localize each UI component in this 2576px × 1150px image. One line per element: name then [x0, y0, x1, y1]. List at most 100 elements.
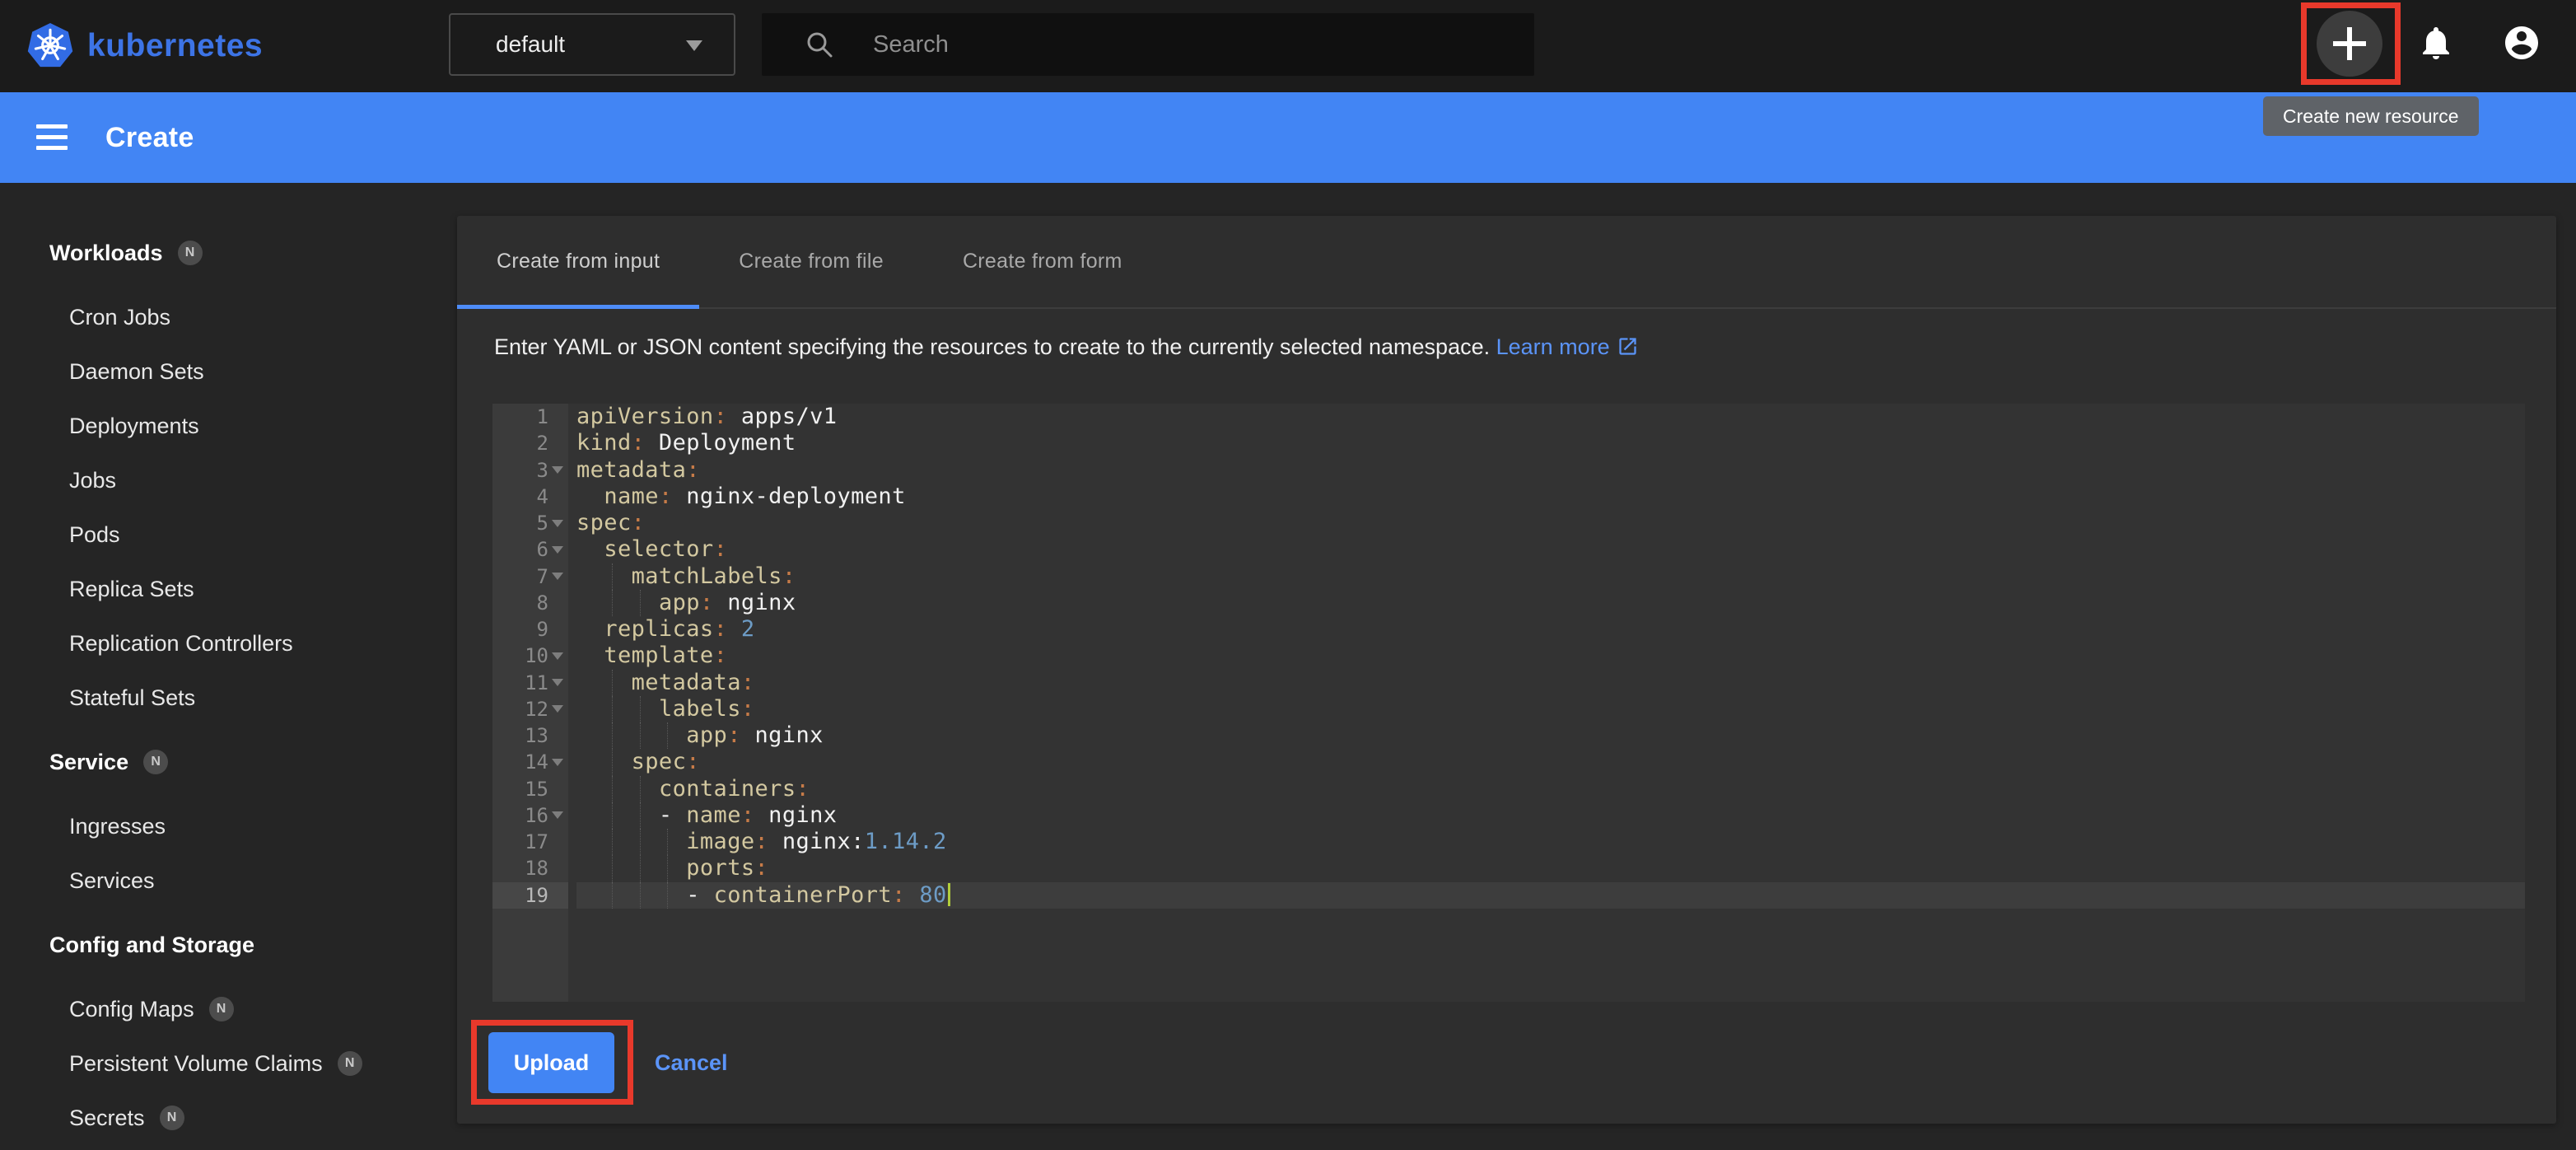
page-header: Create [0, 92, 2576, 183]
gutter-line-18: 18 [492, 855, 568, 881]
chevron-down-icon [686, 40, 702, 51]
fold-slot-empty [548, 616, 567, 643]
editor-code-area[interactable]: apiVersion: apps/v1kind: Deploymentmetad… [568, 404, 2525, 1002]
indent-guide [612, 722, 613, 749]
sidebar-item-services[interactable]: Services [0, 853, 457, 908]
gutter-line-15: 15 [492, 776, 568, 802]
token-op: : [741, 670, 755, 695]
sidebar-item-daemon-sets[interactable]: Daemon Sets [0, 344, 457, 399]
fold-arrow-icon[interactable] [548, 670, 567, 696]
sidebar-item-label: Pods [69, 522, 120, 548]
top-bar: kubernetes default [0, 0, 2576, 92]
sidebar-item-label: Config Maps [69, 997, 194, 1022]
account-circle-icon[interactable] [2502, 23, 2541, 63]
sidebar-item-secrets[interactable]: SecretsN [0, 1091, 457, 1145]
fold-arrow-icon[interactable] [548, 457, 567, 484]
indent-guide [640, 776, 641, 802]
sidebar-item-ingresses[interactable]: Ingresses [0, 799, 457, 853]
code-line-12: labels: [576, 696, 2525, 722]
menu-hamburger-icon[interactable] [36, 124, 68, 150]
fold-arrow-icon[interactable] [548, 536, 567, 563]
token-op: : [714, 404, 728, 429]
gutter-line-10: 10 [492, 643, 568, 669]
token-txt [576, 829, 686, 854]
indent-guide [612, 802, 613, 829]
token-num: 1.14.2 [865, 829, 947, 854]
fold-arrow-icon[interactable] [548, 563, 567, 590]
line-number: 2 [537, 432, 548, 455]
tab-create-from-form[interactable]: Create from form [923, 216, 1162, 307]
namespaced-badge: N [178, 241, 203, 265]
token-key: spec [632, 749, 687, 774]
sidebar-section-config-and-storage[interactable]: Config and Storage [0, 918, 457, 972]
code-line-6: selector: [576, 536, 2525, 563]
code-line-18: ports: [576, 855, 2525, 881]
indent-guide [667, 722, 668, 749]
line-number: 7 [537, 565, 548, 588]
token-txt [576, 616, 604, 642]
indent-guide [667, 829, 668, 855]
token-num: 80 [919, 882, 946, 908]
sidebar-item-deployments[interactable]: Deployments [0, 399, 457, 453]
fold-slot-empty [548, 590, 567, 616]
namespaced-badge: N [143, 750, 168, 774]
code-line-9: replicas: 2 [576, 616, 2525, 643]
sidebar-item-stateful-sets[interactable]: Stateful Sets [0, 671, 457, 725]
sidebar-section-workloads[interactable]: WorkloadsN [0, 226, 457, 280]
sidebar-item-label: Jobs [69, 468, 116, 493]
namespace-select[interactable]: default [449, 13, 735, 76]
line-number: 11 [525, 671, 548, 694]
token-op: : [714, 616, 728, 642]
sidebar-item-replication-controllers[interactable]: Replication Controllers [0, 616, 457, 671]
upload-button[interactable]: Upload [488, 1032, 614, 1093]
gutter-line-1: 1 [492, 404, 568, 430]
tab-create-from-file[interactable]: Create from file [699, 216, 923, 307]
sidebar-item-jobs[interactable]: Jobs [0, 453, 457, 507]
line-number: 18 [525, 857, 548, 880]
token-op: : [632, 430, 646, 456]
token-txt: apps/v1 [727, 404, 837, 429]
token-op: : [700, 590, 714, 615]
token-op: : [727, 722, 741, 748]
token-op: : [741, 802, 755, 828]
token-op: : [892, 882, 906, 908]
search-bar[interactable] [762, 13, 1534, 76]
token-op: : [755, 855, 769, 881]
sidebar-item-pods[interactable]: Pods [0, 507, 457, 562]
indent-guide [612, 829, 613, 855]
fold-arrow-icon[interactable] [548, 696, 567, 722]
search-input[interactable] [873, 13, 1499, 76]
fold-arrow-icon[interactable] [548, 802, 567, 829]
token-key: template [604, 643, 713, 668]
fold-slot-empty [548, 829, 567, 855]
tab-create-from-input[interactable]: Create from input [457, 216, 699, 307]
line-number: 19 [525, 884, 548, 907]
notifications-bell-icon[interactable] [2416, 23, 2456, 63]
fold-arrow-icon[interactable] [548, 749, 567, 775]
gutter-line-7: 7 [492, 563, 568, 590]
learn-more-link[interactable]: Learn more [1496, 334, 1610, 359]
token-op: : [714, 643, 728, 668]
sidebar-item-cron-jobs[interactable]: Cron Jobs [0, 290, 457, 344]
sidebar-item-replica-sets[interactable]: Replica Sets [0, 562, 457, 616]
sidebar-item-label: Cron Jobs [69, 305, 170, 330]
token-num: 2 [741, 616, 755, 642]
create-new-resource-button[interactable] [2317, 11, 2382, 77]
token-txt [727, 616, 741, 642]
yaml-editor[interactable]: 12345678910111213141516171819 apiVersion… [492, 404, 2525, 1002]
sidebar-item-persistent-volume-claims[interactable]: Persistent Volume ClaimsN [0, 1036, 457, 1091]
indent-guide [612, 855, 613, 881]
token-txt [576, 484, 604, 509]
sidebar-item-config-maps[interactable]: Config MapsN [0, 982, 457, 1036]
gutter-line-17: 17 [492, 829, 568, 855]
fold-slot-empty [548, 484, 567, 510]
token-key: metadata [632, 670, 741, 695]
token-key: name [686, 802, 741, 828]
fold-arrow-icon[interactable] [548, 643, 567, 669]
description-text: Enter YAML or JSON content specifying th… [494, 334, 1490, 359]
fold-arrow-icon[interactable] [548, 510, 567, 536]
token-op: : [782, 563, 796, 589]
gutter-line-19: 19 [492, 882, 568, 909]
cancel-button[interactable]: Cancel [655, 1032, 728, 1093]
sidebar-section-service[interactable]: ServiceN [0, 735, 457, 789]
